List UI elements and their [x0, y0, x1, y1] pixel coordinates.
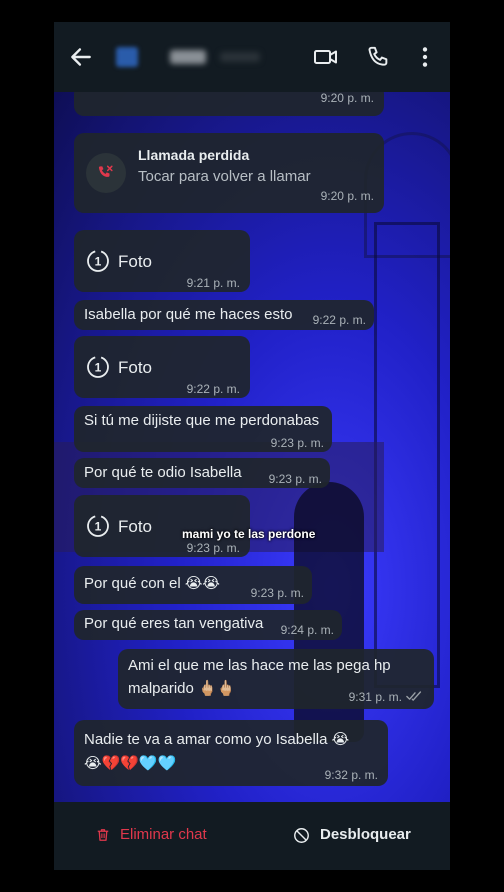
svg-text:1: 1 — [95, 520, 102, 534]
missed-call-icon-circle — [86, 153, 126, 193]
message-text-line2: malparido 🖕🏼🖕🏼 — [128, 680, 236, 697]
message-bubble[interactable]: Nadie te va a amar como yo Isabella 😭 😭💔… — [74, 720, 388, 786]
delete-chat-button[interactable]: Eliminar chat — [94, 824, 224, 848]
video-caption-overlay: mami yo te las perdone — [182, 527, 316, 541]
message-text-line1: Nadie te va a amar como yo Isabella 😭 — [84, 731, 350, 748]
message-bubble[interactable]: Por qué con el 😭😭 9:23 p. m. — [74, 566, 312, 604]
view-once-icon: 1 — [87, 356, 109, 378]
message-text: Por qué con el 😭😭 — [84, 575, 220, 592]
message-text: Si tú me dijiste que me perdonabas — [84, 412, 320, 429]
message-time: 9:24 p. m. — [280, 623, 334, 637]
message-time: 9:32 p. m. — [324, 768, 378, 782]
message-text-line1: Ami el que me las hace me las pega hp — [128, 657, 391, 674]
photo-label: Foto — [118, 358, 153, 377]
missed-call-icon — [98, 165, 113, 177]
message-bubble[interactable]: Por qué te odio Isabella 9:23 p. m. — [74, 458, 330, 488]
unblock-button[interactable]: Desbloquear — [292, 824, 422, 848]
block-icon — [294, 828, 309, 843]
video-call-icon[interactable] — [313, 44, 339, 70]
chat-header — [54, 22, 450, 92]
missed-call-subtitle: Tocar para volver a llamar — [138, 168, 311, 185]
message-time: 9:22 p. m. — [312, 313, 366, 327]
message-time: 9:22 p. m. — [186, 382, 240, 396]
photo-label: Foto — [118, 252, 153, 271]
message-bubble[interactable]: Isabella por qué me haces esto 9:22 p. m… — [74, 300, 374, 330]
message-time: 9:31 p. m. — [348, 690, 402, 704]
message-text-line2: 😭💔💔🩵🩵 — [84, 755, 177, 772]
message-bubble[interactable]: Si tú me dijiste que me perdonabas 9:23 … — [74, 406, 332, 452]
missed-call-title: Llamada perdida — [138, 147, 250, 163]
contact-avatar[interactable] — [116, 47, 138, 67]
photo-view-once-bubble[interactable]: 1 Foto 9:23 p. m. — [74, 495, 250, 557]
photo-label: Foto — [118, 517, 153, 536]
message-time: 9:23 p. m. — [270, 436, 324, 450]
arrow-left-icon[interactable] — [68, 44, 94, 70]
contact-name-blurred[interactable] — [170, 50, 206, 64]
view-once-icon: 1 — [87, 250, 109, 272]
message-time: 9:23 p. m. — [250, 586, 304, 600]
phone-icon[interactable] — [366, 44, 392, 70]
missed-call-bubble[interactable]: Llamada perdida Tocar para volver a llam… — [74, 133, 384, 213]
message-text: Por qué te odio Isabella — [84, 464, 242, 481]
message-text: Isabella por qué me haces esto — [84, 306, 293, 323]
message-text: Por qué eres tan vengativa — [84, 615, 264, 632]
outgoing-message-bubble[interactable]: Ami el que me las hace me las pega hp ma… — [118, 649, 434, 709]
contact-status-blurred — [220, 52, 260, 62]
svg-text:1: 1 — [95, 361, 102, 375]
message-time: 9:21 p. m. — [186, 276, 240, 290]
delete-chat-label: Eliminar chat — [120, 826, 207, 843]
svg-text:1: 1 — [95, 255, 102, 269]
unblock-label: Desbloquear — [320, 826, 411, 843]
read-receipt-icon — [406, 691, 422, 701]
message-time: 9:20 p. m. — [320, 91, 374, 105]
message-time: 9:20 p. m. — [320, 189, 374, 203]
message-time: 9:23 p. m. — [268, 472, 322, 486]
photo-view-once-bubble[interactable]: 1 Foto 9:21 p. m. — [74, 230, 250, 292]
photo-view-once-bubble[interactable]: 1 Foto 9:22 p. m. — [74, 336, 250, 398]
more-vert-icon[interactable] — [412, 44, 438, 70]
trash-icon — [97, 829, 109, 841]
blocked-contact-footer: Eliminar chat Desbloquear — [54, 802, 450, 870]
phone-screen: 9:20 p. m. Llamada perdida Tocar para vo… — [54, 22, 450, 870]
message-bubble[interactable]: Por qué eres tan vengativa 9:24 p. m. — [74, 610, 342, 640]
view-once-icon: 1 — [87, 515, 109, 537]
message-time: 9:23 p. m. — [186, 541, 240, 555]
